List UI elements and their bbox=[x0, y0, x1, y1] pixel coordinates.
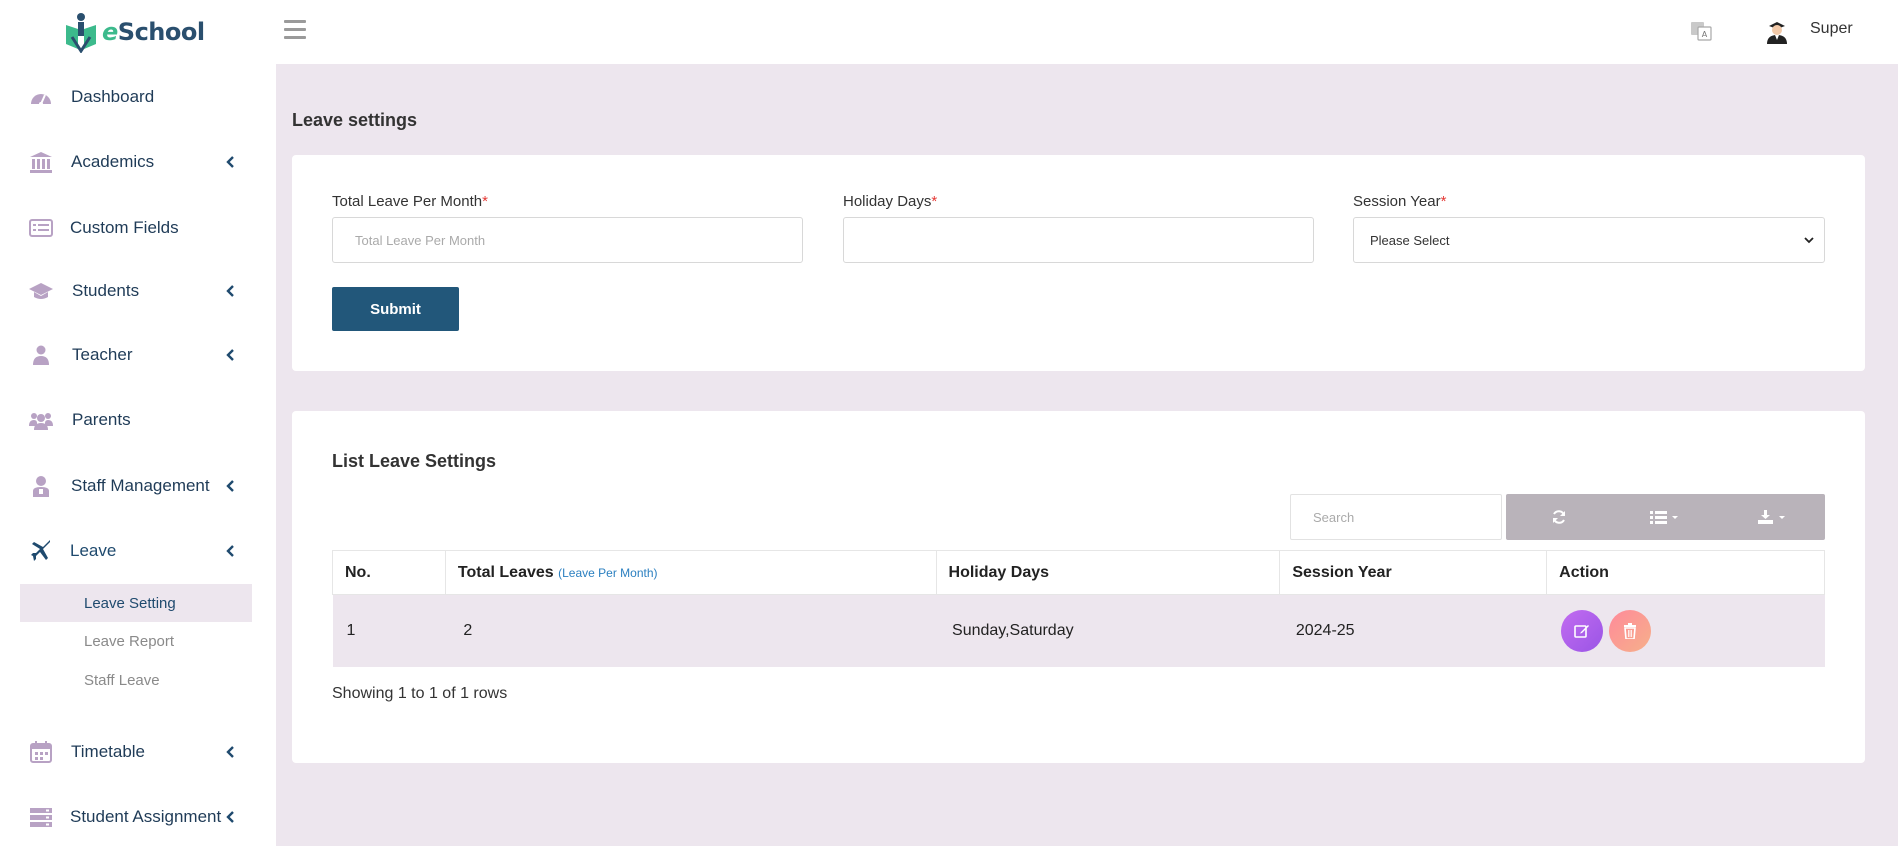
sidebar-item-custom-fields[interactable]: Custom Fields bbox=[0, 203, 276, 253]
sidebar-item-academics[interactable]: Academics bbox=[0, 137, 276, 187]
sidebar-item-label: Custom Fields bbox=[70, 218, 179, 237]
column-header-action: Action bbox=[1546, 550, 1825, 595]
search-input[interactable]: Search bbox=[1290, 494, 1502, 540]
sidebar-item-staff-management[interactable]: Staff Management bbox=[0, 461, 276, 511]
column-header-no[interactable]: No. bbox=[332, 550, 446, 595]
list-form-icon bbox=[28, 217, 54, 239]
menu-toggle-icon[interactable] bbox=[284, 20, 306, 40]
logo-icon bbox=[66, 13, 96, 53]
sidebar-item-label: Students bbox=[72, 281, 140, 300]
session-year-select[interactable]: Please Select bbox=[1353, 217, 1825, 263]
leave-settings-form-card: Total Leave Per Month* Total Leave Per M… bbox=[292, 155, 1865, 371]
sidebar-item-students[interactable]: Students bbox=[0, 266, 276, 316]
cell-total-leaves: 2 bbox=[445, 594, 937, 667]
plane-icon bbox=[28, 540, 54, 562]
server-icon bbox=[28, 806, 54, 828]
language-icon[interactable]: A bbox=[1690, 20, 1712, 42]
sidebar-item-leave[interactable]: Leave bbox=[0, 526, 276, 576]
list-title: List Leave Settings bbox=[332, 451, 497, 471]
sidebar-item-dashboard[interactable]: Dashboard bbox=[0, 72, 276, 122]
chevron-left-icon bbox=[226, 545, 234, 557]
total-leave-label: Total Leave Per Month* bbox=[332, 193, 488, 210]
table-row: 1 2 Sunday,Saturday 2024-25 bbox=[332, 594, 1825, 667]
sidebar-item-student-assignment[interactable]: Student Assignment bbox=[0, 792, 276, 842]
export-button[interactable] bbox=[1719, 494, 1825, 540]
sidebar-subitem-label: Leave Report bbox=[84, 632, 175, 650]
search-placeholder: Search bbox=[1313, 509, 1355, 525]
chevron-left-icon bbox=[226, 349, 234, 361]
refresh-button[interactable] bbox=[1506, 494, 1612, 540]
user-name[interactable]: Super bbox=[1810, 20, 1853, 38]
total-leave-input[interactable]: Total Leave Per Month bbox=[332, 217, 803, 263]
refresh-icon bbox=[1553, 510, 1566, 524]
holiday-days-label: Holiday Days* bbox=[843, 193, 938, 210]
leave-settings-list-card: List Leave Settings Search No. Total Lea… bbox=[292, 411, 1865, 763]
sidebar-item-label: Timetable bbox=[71, 742, 146, 761]
session-year-value: Please Select bbox=[1370, 232, 1450, 248]
sidebar-item-label: Dashboard bbox=[71, 87, 155, 106]
sidebar-subitem-label: Staff Leave bbox=[84, 671, 160, 689]
sidebar-item-label: Academics bbox=[71, 152, 155, 171]
sidebar-item-timetable[interactable]: Timetable bbox=[0, 727, 276, 777]
sidebar-item-teacher[interactable]: Teacher bbox=[0, 330, 276, 380]
graduation-cap-icon bbox=[28, 280, 54, 302]
trash-icon bbox=[1623, 622, 1636, 639]
sidebar-item-parents[interactable]: Parents bbox=[0, 395, 276, 445]
table-header-row: No. Total Leaves (Leave Per Month) Holid… bbox=[332, 550, 1825, 595]
sidebar-item-label: Staff Management bbox=[71, 476, 210, 495]
users-icon bbox=[28, 409, 54, 431]
column-header-holiday-days[interactable]: Holiday Days bbox=[935, 550, 1281, 595]
chevron-down-icon bbox=[1804, 236, 1814, 243]
edit-button[interactable] bbox=[1560, 609, 1603, 652]
cell-holiday-days: Sunday,Saturday bbox=[936, 594, 1280, 667]
column-header-total-leaves[interactable]: Total Leaves (Leave Per Month) bbox=[444, 550, 937, 595]
logo-text: eSchool bbox=[102, 18, 205, 46]
leave-settings-table: No. Total Leaves (Leave Per Month) Holid… bbox=[332, 550, 1825, 667]
chevron-left-icon bbox=[226, 746, 234, 758]
table-toolbar bbox=[1506, 494, 1825, 540]
sidebar-item-label: Leave bbox=[70, 541, 117, 560]
columns-toggle-button[interactable] bbox=[1612, 494, 1718, 540]
session-year-label: Session Year* bbox=[1353, 193, 1447, 210]
app-logo[interactable]: eSchool bbox=[62, 10, 205, 54]
column-header-session-year[interactable]: Session Year bbox=[1279, 550, 1548, 595]
university-icon bbox=[28, 151, 54, 173]
topbar: A Super bbox=[276, 0, 1898, 64]
calendar-icon bbox=[28, 741, 54, 763]
sidebar-item-label: Student Assignment bbox=[70, 807, 222, 826]
user-icon bbox=[28, 344, 54, 366]
sidebar-item-label: Parents bbox=[72, 410, 131, 429]
avatar[interactable] bbox=[1764, 16, 1790, 44]
edit-icon bbox=[1573, 624, 1589, 638]
delete-button[interactable] bbox=[1608, 609, 1651, 652]
chevron-left-icon bbox=[226, 480, 234, 492]
cell-no: 1 bbox=[332, 594, 446, 667]
sidebar-subitem-staff-leave[interactable]: Staff Leave bbox=[20, 661, 252, 699]
total-leave-placeholder: Total Leave Per Month bbox=[355, 232, 486, 248]
list-columns-icon bbox=[1650, 511, 1679, 524]
chevron-left-icon bbox=[226, 156, 234, 168]
staff-icon bbox=[28, 475, 54, 497]
page-title: Leave settings bbox=[292, 110, 418, 130]
sidebar-item-label: Teacher bbox=[72, 345, 133, 364]
download-icon bbox=[1757, 510, 1785, 524]
sidebar-subitem-leave-report[interactable]: Leave Report bbox=[20, 622, 252, 660]
dashboard-icon bbox=[28, 86, 54, 108]
submit-button[interactable]: Submit bbox=[332, 287, 459, 331]
sidebar-subitem-label: Leave Setting bbox=[84, 594, 176, 612]
chevron-left-icon bbox=[226, 811, 234, 823]
cell-session-year: 2024-25 bbox=[1279, 594, 1547, 667]
sidebar: eSchool Dashboard Academics Custom Field… bbox=[0, 0, 276, 846]
holiday-days-input[interactable] bbox=[843, 217, 1314, 263]
chevron-left-icon bbox=[226, 285, 234, 297]
svg-text:A: A bbox=[1702, 30, 1708, 39]
cell-action bbox=[1546, 594, 1825, 667]
pagination-info: Showing 1 to 1 of 1 rows bbox=[332, 685, 508, 702]
sidebar-subitem-leave-setting[interactable]: Leave Setting bbox=[20, 584, 252, 622]
